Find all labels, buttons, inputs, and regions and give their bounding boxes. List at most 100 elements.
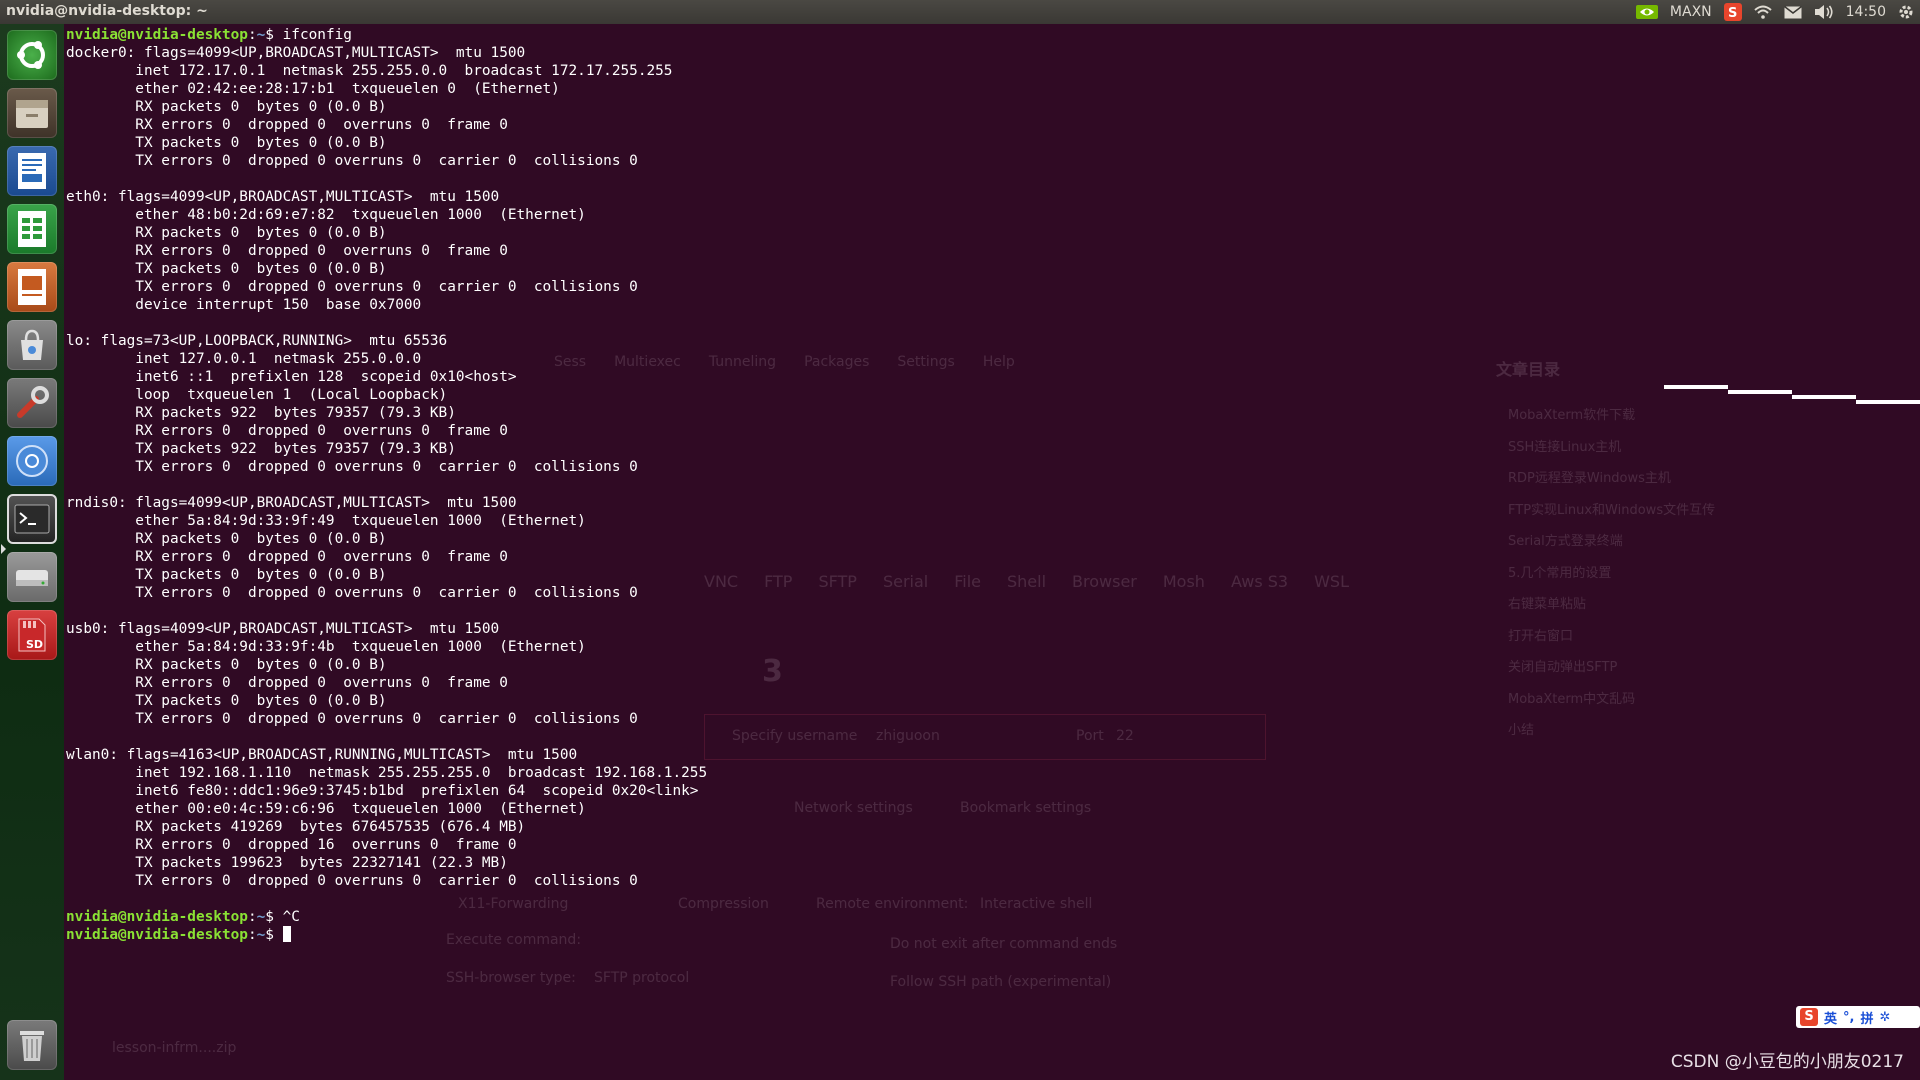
terminal-output-line: RX packets 0 bytes 0 (0.0 B) (66, 531, 387, 547)
libreoffice-writer-icon[interactable] (7, 146, 57, 196)
ghost-port-label: Port (1076, 728, 1104, 744)
terminal-output-line: TX errors 0 dropped 0 overruns 0 carrier… (66, 585, 638, 601)
prompt-separator: : (247, 27, 257, 43)
ghost-toc-item: 5.几个常用的设置 (1508, 565, 1612, 581)
window-title: nvidia@nvidia-desktop: ~ (6, 3, 208, 19)
terminal-output-line: RX packets 922 bytes 79357 (79.3 KB) (66, 405, 456, 421)
file-manager-icon[interactable] (7, 88, 57, 138)
libreoffice-calc-icon[interactable] (7, 204, 57, 254)
drive-icon[interactable] (7, 552, 57, 602)
ghost-username-box (704, 714, 1266, 760)
terminal-output-line: TX packets 922 bytes 79357 (79.3 KB) (66, 441, 456, 457)
ghost-follow-ssh-path: Follow SSH path (experimental) (890, 974, 1112, 990)
ghost-toc-item: RDP远程登录Windows主机 (1508, 471, 1671, 486)
prompt-command: ifconfig (282, 27, 352, 43)
terminal-prompt-line: nvidia@nvidia-desktop:~$ ^C (66, 908, 707, 926)
render-artifact (1792, 395, 1856, 399)
chromium-icon[interactable] (7, 436, 57, 486)
ghost-toolbar-item: Packages (804, 354, 870, 370)
sogou-ime-icon[interactable]: S (1800, 1008, 1818, 1026)
prompt-separator: : (247, 909, 257, 925)
terminal-output-line: inet 172.17.0.1 netmask 255.255.0.0 broa… (66, 63, 673, 79)
terminal-output-line: rndis0: flags=4099<UP,BROADCAST,MULTICAS… (66, 495, 517, 511)
terminal-output-line: RX packets 419269 bytes 676457535 (676.4… (66, 819, 526, 835)
terminal-output-line: RX errors 0 dropped 0 overruns 0 frame 0 (66, 549, 508, 565)
render-artifact (1728, 390, 1792, 394)
libreoffice-impress-icon[interactable] (7, 262, 57, 312)
clock[interactable]: 14:50 (1846, 3, 1886, 21)
ghost-toc-item: 右键菜单粘贴 (1508, 597, 1587, 612)
render-artifact (1664, 385, 1728, 389)
ghost-remote-env-value: Interactive shell (980, 896, 1093, 912)
ghost-session-type: VNC (704, 572, 739, 591)
software-center-icon[interactable] (7, 320, 57, 370)
render-artifact (1856, 400, 1920, 404)
volume-icon[interactable] (1814, 3, 1834, 21)
mail-icon[interactable] (1783, 3, 1802, 21)
terminal-output-line: RX packets 0 bytes 0 (0.0 B) (66, 225, 387, 241)
ghost-session-type: Serial (882, 572, 929, 591)
terminal-output-line: ether 5a:84:9d:33:9f:49 txqueuelen 1000 … (66, 513, 586, 529)
terminal-output[interactable]: nvidia@nvidia-desktop:~$ ifconfig docker0… (66, 26, 707, 944)
ime-lang[interactable]: 英 (1824, 1008, 1837, 1027)
terminal-icon[interactable] (7, 494, 57, 544)
ime-toolbar[interactable]: S 英 °, 拼 ✲ (1796, 1006, 1920, 1028)
sogou-icon[interactable]: S (1723, 3, 1742, 21)
terminal-output-line: TX errors 0 dropped 0 overruns 0 carrier… (66, 279, 638, 295)
terminal-output-line: RX errors 0 dropped 0 overruns 0 frame 0 (66, 423, 508, 439)
ghost-toc-item: FTP实现Linux和Windows文件互传 (1508, 502, 1716, 518)
terminal-output-line: device interrupt 150 base 0x7000 (66, 297, 422, 313)
terminal-output-line: TX errors 0 dropped 0 overruns 0 carrier… (66, 873, 638, 889)
settings-gear-icon[interactable] (1898, 3, 1914, 21)
terminal-output-line: inet 192.168.1.110 netmask 255.255.255.0… (66, 765, 708, 781)
terminal-output-line: loop txqueuelen 1 (Local Loopback) (66, 387, 448, 403)
ghost-session-type: WSL (1314, 572, 1349, 591)
terminal-output-line: TX errors 0 dropped 0 overruns 0 carrier… (66, 459, 638, 475)
prompt-command: ^C (282, 909, 300, 925)
ime-punct-icon[interactable]: °, (1843, 1010, 1854, 1025)
system-settings-icon[interactable] (7, 378, 57, 428)
nvidia-icon[interactable] (1635, 3, 1658, 21)
ghost-toc-item: SSH连接Linux主机 (1508, 439, 1622, 455)
wifi-icon[interactable] (1753, 3, 1772, 21)
power-mode-label[interactable]: MAXN (1670, 3, 1712, 21)
ghost-step-number: 3 (762, 654, 783, 689)
ghost-bookmark-settings: Bookmark settings (960, 800, 1092, 816)
ghost-bottom-file: lesson-infrm....zip (112, 1040, 237, 1056)
prompt-user-host: nvidia@nvidia-desktop (66, 27, 248, 43)
sd-card-icon[interactable]: SD (7, 610, 57, 660)
terminal-output-line: TX packets 199623 bytes 22327141 (22.3 M… (66, 855, 508, 871)
terminal-output-line: RX errors 0 dropped 0 overruns 0 frame 0 (66, 117, 508, 133)
terminal-output-line: RX packets 0 bytes 0 (0.0 B) (66, 657, 387, 673)
terminal-output-line: TX packets 0 bytes 0 (0.0 B) (66, 135, 387, 151)
terminal-output-line: docker0: flags=4099<UP,BROADCAST,MULTICA… (66, 45, 526, 61)
terminal-prompt-line: nvidia@nvidia-desktop:~$ ifconfig (66, 26, 707, 44)
prompt-path: ~ (256, 927, 266, 943)
trash-icon[interactable] (7, 1020, 57, 1070)
terminal-output-line: ether 5a:84:9d:33:9f:4b txqueuelen 1000 … (66, 639, 586, 655)
ghost-ssh-browser-type: SSH-browser type: (446, 970, 576, 986)
ubuntu-dash-icon[interactable] (7, 30, 57, 80)
ime-mode[interactable]: 拼 (1860, 1008, 1873, 1027)
terminal-output-line: TX packets 0 bytes 0 (0.0 B) (66, 693, 387, 709)
ghost-toc-item: 打开右窗口 (1508, 628, 1574, 644)
ghost-network-settings: Network settings (794, 800, 913, 816)
ghost-do-not-exit: Do not exit after command ends (890, 936, 1118, 952)
terminal-output-line: RX packets 0 bytes 0 (0.0 B) (66, 99, 387, 115)
ghost-toolbar-item: Help (982, 354, 1015, 370)
ime-settings-icon[interactable]: ✲ (1879, 1010, 1890, 1025)
terminal-output-line: usb0: flags=4099<UP,BROADCAST,MULTICAST>… (66, 621, 500, 637)
ghost-session-type: SFTP (818, 572, 857, 591)
terminal-output-line: TX errors 0 dropped 0 overruns 0 carrier… (66, 711, 638, 727)
terminal-output-line: RX errors 0 dropped 16 overruns 0 frame … (66, 837, 517, 853)
ghost-session-types: VNC FTP SFTP Serial File Shell Browser Mosh Aws … (704, 572, 1349, 591)
prompt-symbol: $ (265, 909, 283, 925)
ghost-session-type: File (954, 572, 981, 591)
prompt-separator: : (247, 927, 257, 943)
terminal-window[interactable]: Sess Multiexec Tunneling Packages Settings He… (64, 24, 1920, 1080)
prompt-user-host: nvidia@nvidia-desktop (66, 909, 248, 925)
ghost-remote-env-label: Remote environment: (816, 896, 969, 912)
ghost-ssh-browser-value: SFTP protocol (594, 970, 690, 986)
